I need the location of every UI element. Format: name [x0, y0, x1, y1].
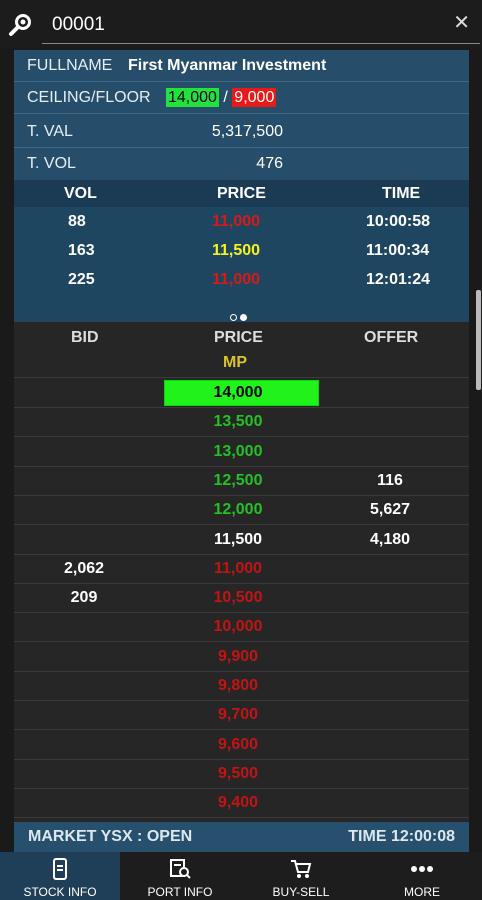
page-dot-inactive [230, 314, 237, 321]
order-book-row[interactable]: 9,400 [14, 789, 469, 819]
price-level: 12,000 [213, 501, 263, 519]
price-level: 13,500 [213, 413, 263, 431]
nav-label: BUY-SELL [272, 885, 330, 899]
order-book-row[interactable]: 12,500 116 [14, 467, 469, 496]
trade-row: 163 11,500 11:00:34 [14, 237, 469, 266]
nav-port-info[interactable]: PORT INFO [120, 852, 240, 900]
ceiling-floor-separator: / [223, 89, 228, 106]
market-price-row[interactable]: MP [14, 351, 469, 378]
fullname-value: First Myanmar Investment [128, 57, 327, 74]
scrollbar[interactable] [476, 290, 481, 390]
price-level: 10,500 [213, 589, 263, 607]
price-level: 11,500 [213, 530, 263, 548]
order-book-row[interactable]: 9,500 [14, 760, 469, 789]
price-level: 9,400 [217, 794, 259, 812]
ceiling-value: 14,000 [166, 88, 219, 107]
market-status-bar: MARKET YSX : OPEN TIME 12:00:08 [14, 822, 469, 852]
trade-time: 10:00:58 [366, 213, 431, 230]
offer-header: OFFER [364, 329, 419, 346]
total-value: 5,317,500 [211, 123, 283, 140]
fullname-label: FULLNAME [27, 57, 113, 74]
trade-vol: 163 [68, 242, 95, 259]
order-book-row[interactable]: 9,700 [14, 701, 469, 731]
order-book-row[interactable]: 10,000 [14, 613, 469, 643]
market-status: MARKET YSX : OPEN [28, 828, 193, 845]
bottom-navigation: STOCK INFO PORT INFO BUY-SELL MORE [0, 852, 482, 900]
total-volume: 476 [256, 155, 283, 172]
order-book-row[interactable]: 2,062 11,000 [14, 555, 469, 584]
floor-value: 9,000 [232, 88, 277, 107]
order-book-row[interactable]: 209 10,500 [14, 584, 469, 614]
close-icon[interactable]: ✕ [453, 10, 470, 35]
trades-header: VOL PRICE TIME [14, 180, 469, 207]
trade-vol: 225 [68, 271, 95, 288]
order-book-row[interactable]: 13,500 [14, 408, 469, 438]
total-value-label: T. VAL [27, 123, 73, 140]
price-level: 9,900 [217, 647, 259, 665]
nav-stock-info[interactable]: STOCK INFO [0, 852, 120, 900]
order-book: BID PRICE OFFER MP 14,000 13,500 13,000 12,… [14, 322, 469, 822]
ceiling-floor-row: CEILING/FLOOR 14,000 / 9,000 [14, 82, 469, 114]
cart-icon [291, 860, 312, 878]
price-level: 9,800 [217, 677, 259, 694]
search-icon[interactable] [8, 12, 34, 38]
trades-price-header: PRICE [217, 185, 266, 202]
nav-label: PORT INFO [147, 885, 213, 899]
trade-vol: 88 [68, 213, 86, 230]
trade-row: 225 11,000 12:01:24 [14, 266, 469, 295]
price-level: 10,000 [213, 618, 263, 636]
ceiling-floor-label: CEILING/FLOOR [27, 89, 151, 106]
trade-row: 88 11,000 10:00:58 [14, 208, 469, 237]
fullname-row: FULLNAME First Myanmar Investment [14, 50, 469, 82]
price-header: PRICE [214, 329, 263, 346]
search-bar: 00001 ✕ [0, 0, 482, 48]
bid-volume: 209 [70, 589, 98, 607]
more-icon [411, 866, 433, 872]
order-book-row[interactable]: 12,000 5,627 [14, 496, 469, 526]
offer-volume: 4,180 [369, 530, 411, 548]
trades-vol-header: VOL [64, 185, 97, 202]
order-book-row[interactable]: 9,600 [14, 731, 469, 760]
total-volume-row: T. VOL 476 [14, 148, 469, 180]
nav-buy-sell[interactable]: BUY-SELL [241, 852, 361, 900]
bid-volume: 2,062 [63, 559, 105, 577]
price-level: 13,000 [213, 442, 263, 460]
trades-time-header: TIME [382, 185, 421, 202]
trade-price: 11,000 [212, 271, 261, 288]
order-book-row[interactable]: 14,000 [14, 379, 469, 408]
recent-trades-panel[interactable]: VOL PRICE TIME 88 11,000 10:00:58 163 11,500… [14, 180, 469, 322]
market-price-label: MP [223, 354, 247, 371]
order-book-row[interactable]: 9,800 [14, 672, 469, 701]
market-time: TIME 12:00:08 [348, 828, 455, 845]
stock-code-input[interactable]: 00001 [42, 4, 480, 44]
stock-info-icon [53, 858, 67, 880]
trade-price: 11,000 [212, 213, 261, 230]
price-level: 12,500 [213, 471, 263, 489]
price-level: 9,500 [217, 764, 259, 782]
trade-time: 12:01:24 [366, 271, 431, 288]
order-book-row[interactable]: 9,900 [14, 643, 469, 672]
bid-header: BID [71, 329, 99, 346]
port-info-icon [170, 859, 191, 879]
nav-more[interactable]: MORE [362, 852, 482, 900]
price-level: 9,600 [217, 735, 259, 753]
stock-code-value: 00001 [52, 14, 105, 35]
trade-time: 11:00:34 [366, 242, 430, 259]
price-level: 14,000 [213, 384, 263, 401]
price-level: 11,000 [213, 559, 263, 577]
order-book-row[interactable]: 13,000 [14, 438, 469, 467]
trade-price: 11,500 [212, 242, 261, 259]
offer-volume: 116 [377, 471, 403, 489]
offer-volume: 5,627 [369, 501, 411, 519]
total-value-row: T. VAL 5,317,500 [14, 116, 469, 148]
total-volume-label: T. VOL [27, 155, 76, 172]
page-dot-active [240, 314, 247, 321]
nav-label: STOCK INFO [23, 885, 97, 899]
stock-info-panel: FULLNAME First Myanmar Investment CEILIN… [14, 50, 469, 180]
price-level: 9,700 [217, 706, 259, 724]
nav-label: MORE [404, 885, 440, 899]
order-book-row[interactable]: 11,500 4,180 [14, 526, 469, 555]
